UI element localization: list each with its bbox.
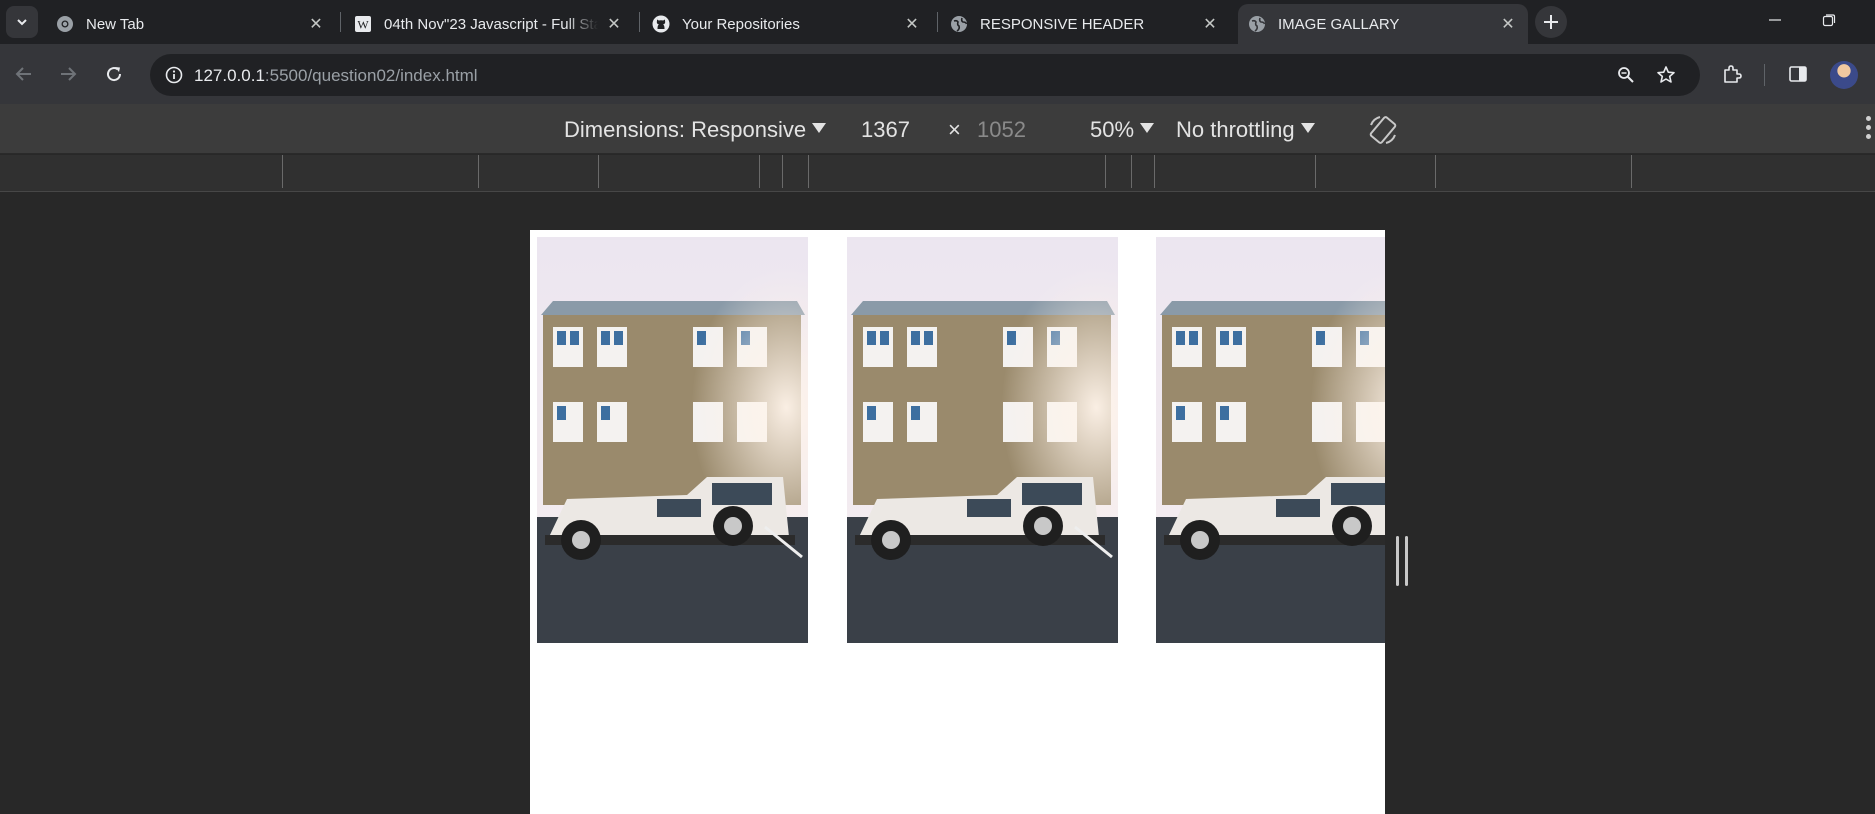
tab-title: 04th Nov"23 Javascript - Full Stack: [384, 15, 598, 33]
close-icon[interactable]: ✕: [604, 14, 624, 34]
more-options-icon[interactable]: [1866, 116, 1875, 146]
zoom-icon[interactable]: [1610, 59, 1642, 91]
height-input[interactable]: 1052: [977, 117, 1026, 143]
dropdown-triangle-icon: [1140, 123, 1155, 133]
url-path: :5500/question02/index.html: [264, 66, 478, 85]
dropdown-triangle-icon: [812, 123, 827, 133]
globe-icon: [950, 15, 968, 33]
tab-separator: [639, 12, 640, 32]
width-input[interactable]: 1367: [861, 117, 910, 143]
tab-title: RESPONSIVE HEADER: [980, 15, 1145, 33]
tab-strip: New Tab ✕ W 04th Nov"23 Javascript - Ful…: [0, 0, 1875, 44]
height-value: 1052: [977, 117, 1026, 142]
emulated-page: [530, 230, 1385, 814]
device-toolbar: Dimensions: Responsive 1367 × 1052 50% N…: [0, 104, 1875, 154]
tab-separator: [340, 12, 341, 32]
tab-javascript-full-stack[interactable]: W 04th Nov"23 Javascript - Full Stack ✕: [344, 4, 634, 44]
tab-your-repositories[interactable]: Your Repositories ✕: [642, 4, 932, 44]
bookmark-star-icon[interactable]: [1650, 59, 1682, 91]
side-panel-icon: [1789, 66, 1807, 82]
tab-title: IMAGE GALLARY: [1278, 15, 1400, 33]
profile-avatar[interactable]: [1830, 61, 1858, 89]
tab-title: New Tab: [86, 15, 145, 33]
url-host: 127.0.0.1: [194, 66, 265, 85]
close-icon[interactable]: ✕: [902, 14, 922, 34]
viewport-resize-handle[interactable]: [1396, 536, 1408, 586]
url-text[interactable]: 127.0.0.1:5500/question02/index.html: [194, 66, 478, 86]
address-bar[interactable]: 127.0.0.1:5500/question02/index.html: [150, 54, 1700, 96]
chrome-icon: [56, 15, 74, 33]
zoom-dropdown[interactable]: 50%: [1090, 117, 1155, 143]
close-icon[interactable]: ✕: [1200, 14, 1220, 34]
chevron-down-icon: [17, 19, 27, 26]
dimensions-label: Dimensions: Responsive: [564, 117, 807, 142]
minimize-icon: [1769, 19, 1781, 21]
site-info-icon[interactable]: [158, 59, 190, 91]
restore-button[interactable]: [1806, 0, 1852, 40]
zoom-value: 50%: [1090, 117, 1135, 142]
plus-icon: [1544, 15, 1558, 29]
gallery-image[interactable]: [847, 237, 1118, 643]
gallery-image[interactable]: [1156, 237, 1385, 643]
rotate-icon: [1369, 116, 1397, 144]
minimize-button[interactable]: [1752, 0, 1798, 40]
tab-image-gallary[interactable]: IMAGE GALLARY ✕: [1238, 4, 1528, 44]
throttling-dropdown[interactable]: No throttling: [1176, 117, 1315, 143]
wordpress-icon: W: [354, 15, 372, 33]
tab-separator: [937, 12, 938, 32]
dropdown-triangle-icon: [1300, 123, 1315, 133]
close-icon[interactable]: ✕: [306, 14, 326, 34]
reload-icon: [107, 67, 122, 82]
side-panel-button[interactable]: [1782, 58, 1814, 90]
close-icon[interactable]: ✕: [1498, 14, 1518, 34]
toolbar-divider: [1764, 64, 1765, 86]
rotate-button[interactable]: [1366, 113, 1400, 153]
gallery-image[interactable]: [537, 237, 808, 643]
github-icon: [652, 15, 670, 33]
media-query-bar[interactable]: [0, 155, 1875, 192]
back-button[interactable]: [8, 58, 40, 90]
tab-new-tab[interactable]: New Tab ✕: [46, 4, 336, 44]
extensions-button[interactable]: [1716, 58, 1748, 90]
throttling-value: No throttling: [1176, 117, 1295, 142]
restore-icon: [1822, 14, 1836, 27]
width-value: 1367: [861, 117, 910, 142]
svg-text:W: W: [357, 18, 369, 32]
new-tab-button[interactable]: [1535, 6, 1567, 38]
reload-button[interactable]: [98, 58, 130, 90]
dimensions-dropdown[interactable]: Dimensions: Responsive: [564, 117, 827, 143]
times-separator: ×: [948, 117, 961, 142]
globe-icon: [1248, 15, 1266, 33]
tab-responsive-header[interactable]: RESPONSIVE HEADER ✕: [940, 4, 1230, 44]
tab-search-button[interactable]: [6, 6, 38, 38]
forward-button[interactable]: [52, 58, 84, 90]
puzzle-icon: [1724, 65, 1742, 83]
arrow-left-icon: [15, 67, 31, 81]
arrow-right-icon: [61, 67, 77, 81]
tab-title: Your Repositories: [682, 15, 800, 33]
browser-toolbar: 127.0.0.1:5500/question02/index.html: [0, 44, 1875, 104]
